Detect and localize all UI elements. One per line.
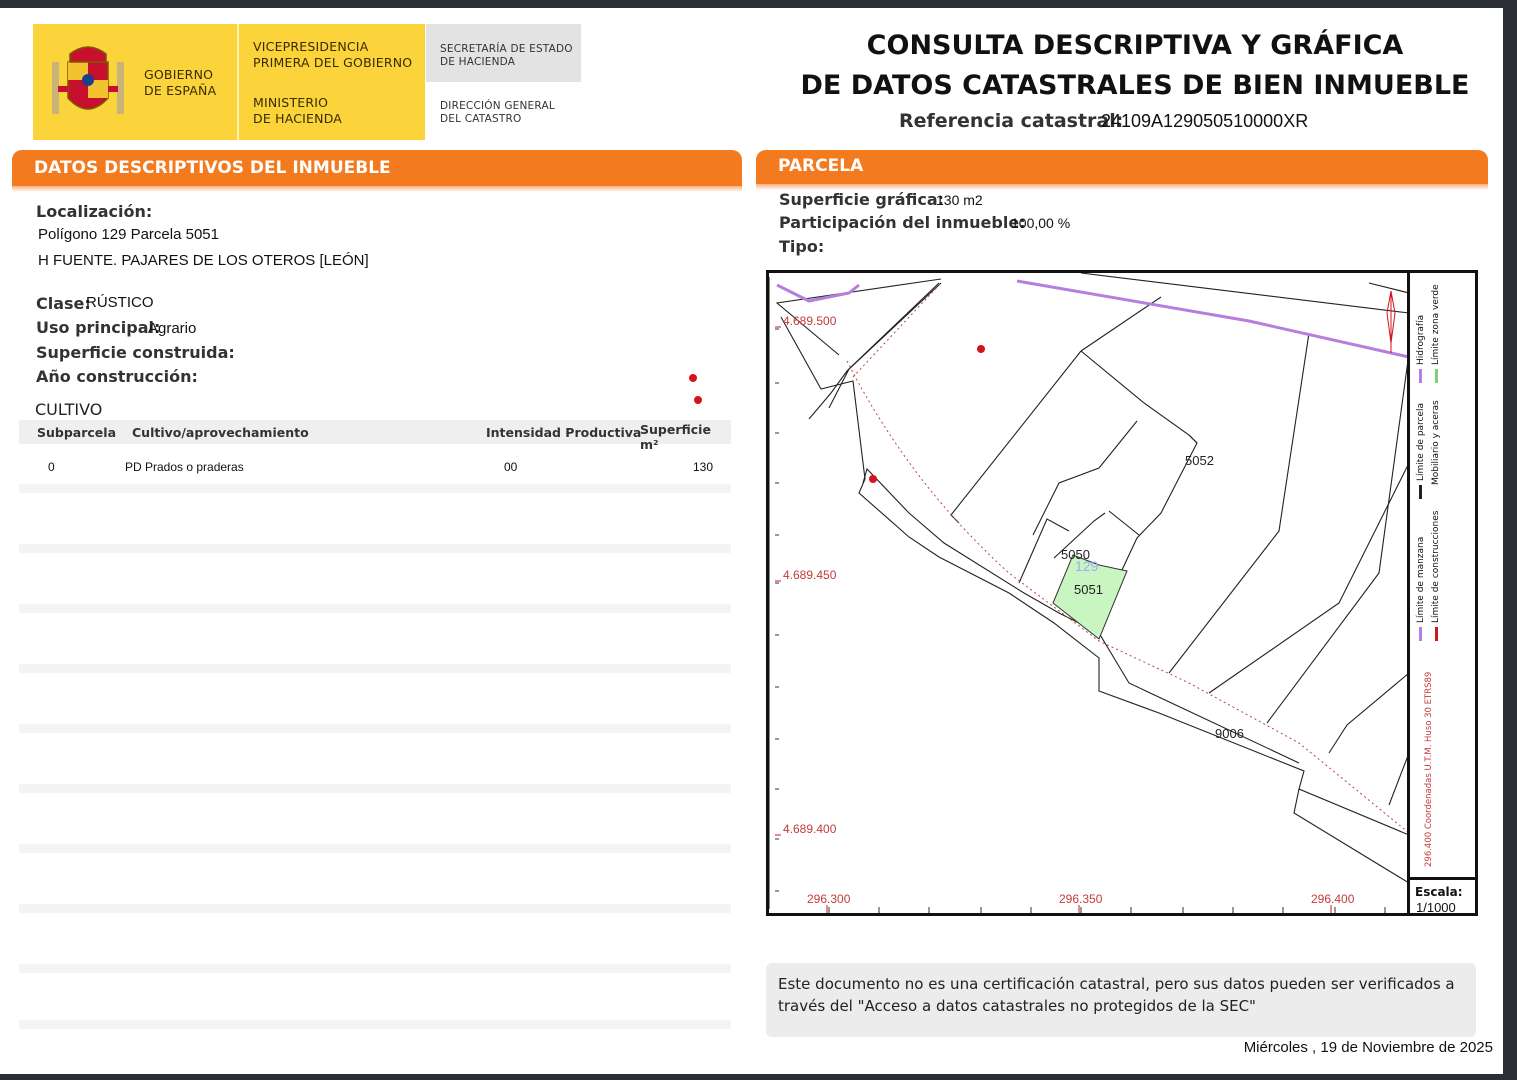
row-stripe [19,784,731,793]
parcel-5051-label: 5051 [1074,582,1103,597]
map-drawing: 4.689.500 4.689.450 4.689.400 296.300 29… [769,273,1407,913]
row-stripe [19,604,731,613]
gov-line1: GOBIERNO [144,67,214,82]
col-subparcela: Subparcela [37,425,117,440]
clase-label: Clase: [36,294,91,313]
anio-construccion-label: Año construcción: [36,367,198,386]
y-label-4689450: 4.689.450 [783,568,837,582]
cadastral-map[interactable]: 4.689.500 4.689.450 4.689.400 296.300 29… [766,270,1410,916]
coat-of-arms-icon [52,46,124,114]
row-stripe [19,964,731,973]
y-label-4689400: 4.689.400 [783,822,837,836]
legend-zona-verde-swatch [1435,369,1438,383]
vice-line1: VICEPRESIDENCIA [253,39,369,54]
dir-line1: DIRECCIÓN GENERAL [440,100,555,112]
ref-catastral-label: Referencia catastral: [899,110,1124,132]
escala-value: 1/1000 [1416,900,1456,915]
polygon-129-label: 129 [1075,558,1099,574]
gobierno-espana-text: GOBIERNO DE ESPAÑA [144,67,216,99]
cell-subparcela: 0 [48,460,55,474]
red-marker [689,374,697,382]
sec-line1: SECRETARÍA DE ESTADO [440,43,573,55]
parcel-9006-label: 9006 [1215,726,1244,741]
legend-zona-verde: Límite zona verde [1431,284,1441,365]
col-superficie: Superficie m² [640,422,711,452]
disclaimer-notice: Este documento no es una certificación c… [766,963,1476,1037]
legend-mobiliario: Mobiliario y aceras [1431,400,1441,485]
legend-parcela-swatch [1419,485,1422,499]
row-stripe [19,484,731,493]
localizacion-line1: Polígono 129 Parcela 5051 [38,226,219,243]
row-stripe [19,1020,731,1029]
tipo-label: Tipo: [779,237,825,256]
min-line2: DE HACIENDA [253,111,343,126]
map-legend: Límite de manzana Límite de parcela Hidr… [1408,270,1478,880]
document-title: CONSULTA DESCRIPTIVA Y GRÁFICA DE DATOS C… [790,26,1480,106]
cultivo-table: Subparcela Cultivo/aprovechamiento Inten… [19,420,731,1032]
row-stripe [19,844,731,853]
x-label-296350: 296.350 [1059,892,1103,906]
col-cultivo: Cultivo/aprovechamiento [132,425,309,440]
scale-box: Escala: 1/1000 [1408,878,1478,916]
logo-divider [237,24,239,140]
title-line1: CONSULTA DESCRIPTIVA Y GRÁFICA [866,30,1404,61]
row-stripe [19,544,731,553]
legend-parcela: Límite de parcela [1416,402,1426,481]
cell-intensidad: 00 [504,460,518,474]
col-intensidad: Intensidad Productiva [486,425,642,440]
sec-line2: DE HACIENDA [440,56,516,68]
superficie-grafica-value: 130 m2 [936,192,983,208]
ministerio-text: MINISTERIO DE HACIENDA [253,95,342,127]
title-line2: DE DATOS CATASTRALES DE BIEN INMUEBLE [800,70,1470,101]
datos-descriptivos-title: DATOS DESCRIPTIVOS DEL INMUEBLE [34,158,391,178]
legend-hidrografia: Hidrografía [1416,314,1426,365]
row-stripe [19,664,731,673]
legend-construcciones: Límite de construcciones [1431,510,1441,623]
legend-construcciones-swatch [1435,627,1438,641]
legend-coordinates: 296.400 Coordenadas U.T.M. Huso 30 ETRS8… [1424,671,1434,867]
ref-catastral-value: 24109A129050510000XR [1101,111,1309,131]
parcela-header: PARCELA [756,150,1488,190]
row-stripe [19,904,731,913]
cell-cultivo: PD Prados o praderas [125,460,244,474]
row-stripe [19,724,731,733]
vice-line2: PRIMERA DEL GOBIERNO [253,55,413,70]
gov-line2: DE ESPAÑA [144,83,217,98]
secretaria-text: SECRETARÍA DE ESTADO DE HACIENDA [440,43,573,69]
uso-principal-value: Agrario [148,320,197,337]
legend-hidrografia-swatch [1419,369,1422,383]
vicepresidencia-text: VICEPRESIDENCIA PRIMERA DEL GOBIERNO [253,39,412,71]
parcela-title: PARCELA [778,156,864,176]
legend-manzana-swatch [1419,627,1422,641]
localizacion-line2: H FUENTE. PAJARES DE LOS OTEROS [LEÓN] [38,252,369,269]
clase-value: RÚSTICO [86,294,154,311]
cultivo-label: CULTIVO [35,400,103,419]
red-marker [694,396,702,404]
localizacion-label: Localización: [36,202,153,221]
datos-descriptivos-header: DATOS DESCRIPTIVOS DEL INMUEBLE [12,150,742,192]
min-line1: MINISTERIO [253,95,329,110]
participacion-label: Participación del inmueble: [779,213,1026,232]
cell-superficie: 130 [693,460,714,474]
uso-principal-label: Uso principal: [36,318,161,337]
participacion-value: 100,00 % [1011,215,1071,231]
parcel-5052-label: 5052 [1185,453,1214,468]
x-label-296300: 296.300 [807,892,851,906]
superficie-construida-label: Superficie construida: [36,343,235,362]
legend-manzana: Límite de manzana [1416,536,1426,623]
x-label-296400: 296.400 [1311,892,1355,906]
document-date: Miércoles , 19 de Noviembre de 2025 [1243,1039,1493,1056]
superficie-grafica-label: Superficie gráfica: [779,190,945,209]
direccion-text: DIRECCIÓN GENERAL DEL CATASTRO [440,100,555,126]
dir-line2: DEL CATASTRO [440,113,522,125]
y-label-4689500: 4.689.500 [783,314,837,328]
escala-label: Escala: [1415,885,1463,899]
document-page: GOBIERNO DE ESPAÑA VICEPRESIDENCIA PRIMERA… [0,8,1503,1074]
